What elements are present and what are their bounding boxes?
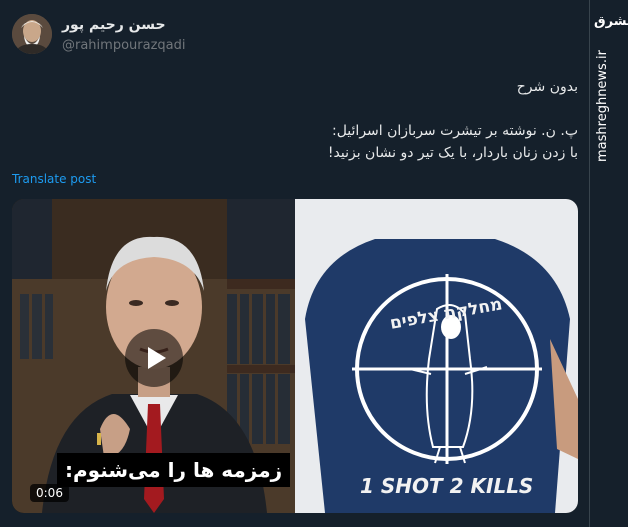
post: حسن رحیم پور @rahimpourazqadi بدون شرح پ… [0,0,590,527]
shirt-caption: 1 SHOT 2 KILLS [360,474,534,498]
play-button[interactable] [125,329,183,387]
tweet-line: بدون شرح [516,79,578,95]
shirt-photo[interactable]: מחלקת צלפים 1 SHOT 2 KILLS [295,199,578,513]
watermark-url: mashreghnews.ir [595,50,610,162]
play-icon [148,347,166,369]
translate-post-link[interactable]: Translate post [12,172,96,186]
tweet-line: پ. ن. نوشته بر تیشرت سربازان اسرائیل: [331,123,578,139]
video-player[interactable]: زمزمه ها را می‌شنوم: 0:06 [12,199,295,513]
video-subtitle: زمزمه ها را می‌شنوم: [57,453,291,487]
author-avatar[interactable] [12,14,52,54]
video-duration: 0:06 [30,484,69,502]
watermark-strip: مشرق mashreghnews.ir [589,0,628,527]
tweet-text: بدون شرح پ. ن. نوشته بر تیشرت سربازان اس… [18,76,578,164]
author-display-name[interactable]: حسن رحیم پور [62,17,166,33]
avatar-photo [12,14,52,54]
tweet-line: با زدن زنان باردار، با یک تیر دو نشان بز… [327,145,578,161]
watermark-logo: مشرق [594,14,628,29]
media-grid: زمزمه ها را می‌شنوم: 0:06 מחלקת צלפים 1 … [12,199,578,513]
shirt-image: מחלקת צלפים [295,199,578,513]
author-handle[interactable]: @rahimpourazqadi [62,38,186,53]
